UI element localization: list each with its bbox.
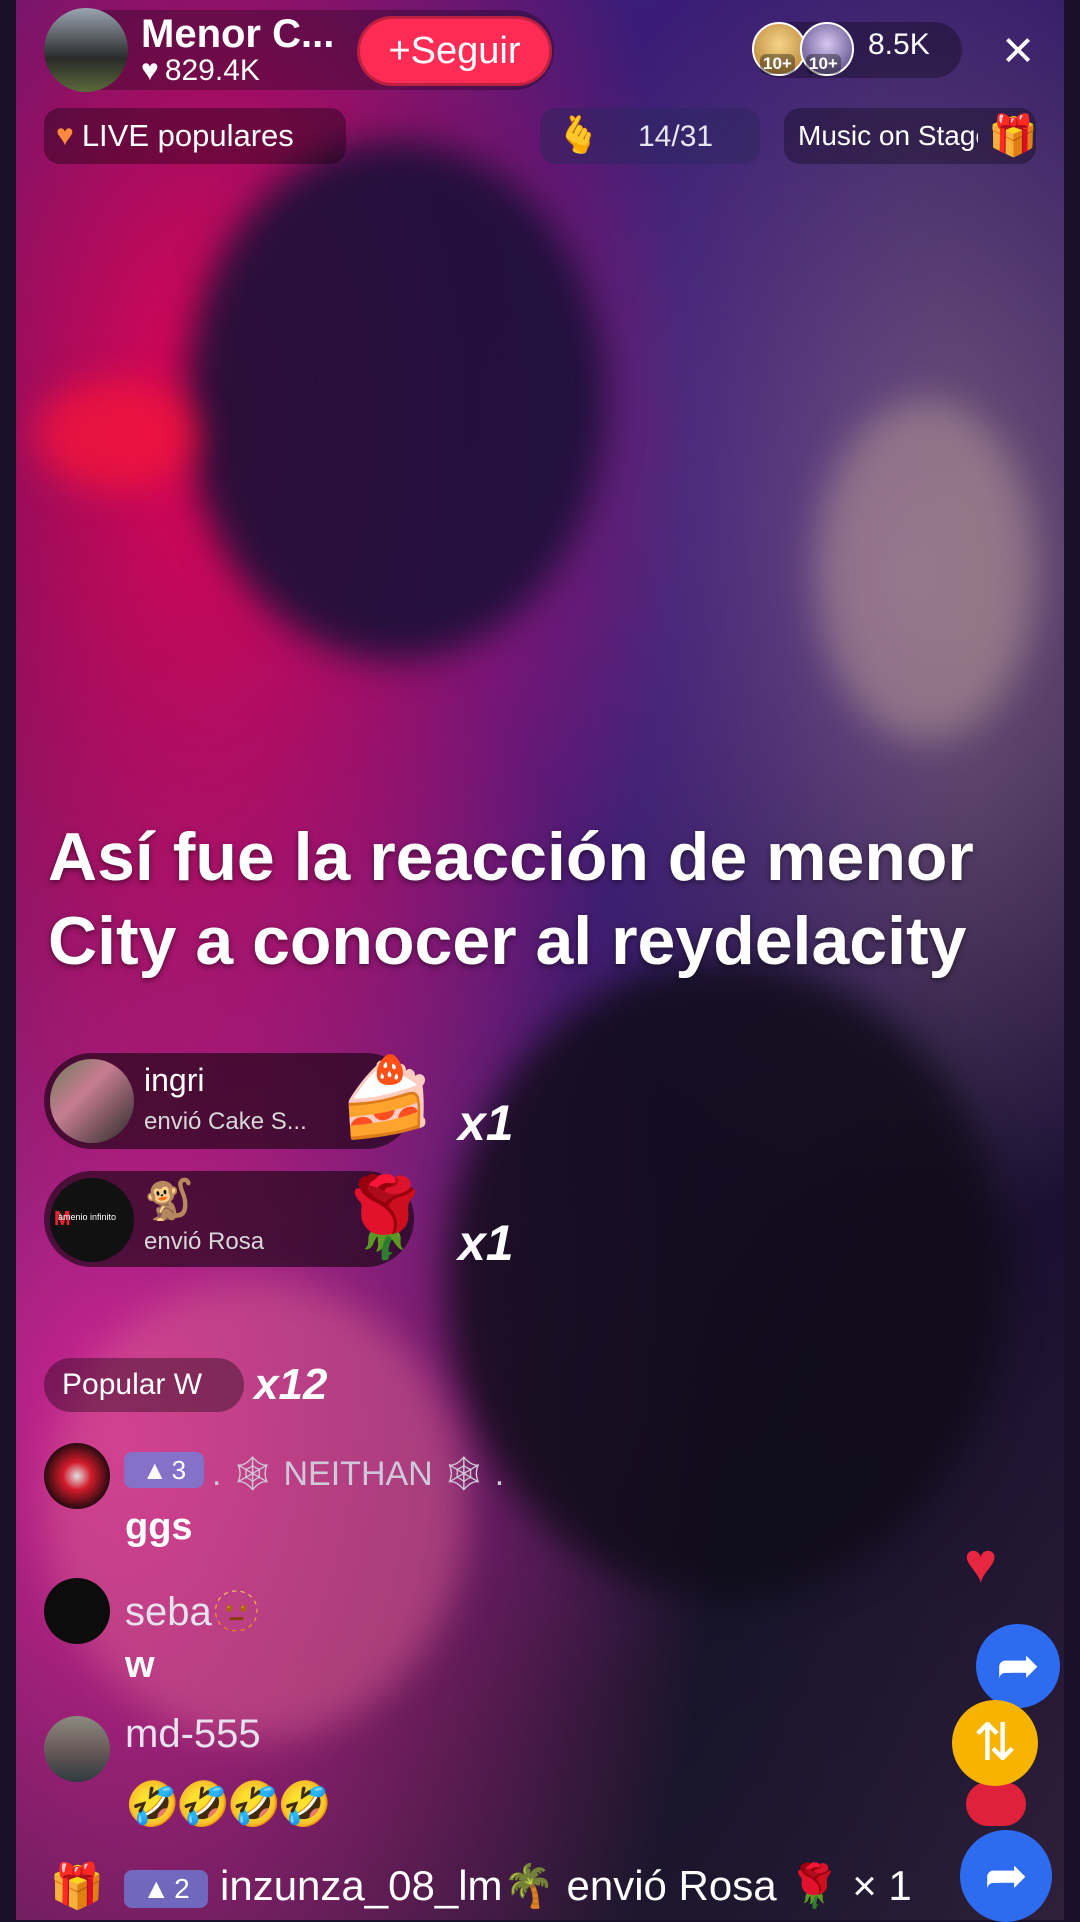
commenter-avatar[interactable] [44, 1443, 110, 1509]
live-popular-pill[interactable]: ♥ LIVE populares [44, 108, 346, 164]
host-likes: ♥ 829.4K [141, 54, 260, 88]
gift-sender-name: ingri [144, 1062, 205, 1098]
follow-label: Seguir [410, 29, 521, 72]
host-likes-count: 829.4K [164, 54, 260, 87]
comment-message: ggs [125, 1506, 193, 1548]
commenter-name[interactable]: seba🫥 [125, 1588, 262, 1635]
avatar-logo-text: ámenio infinito [58, 1212, 117, 1222]
gift-icon[interactable]: 🎁 [44, 1860, 110, 1920]
gift-ticker: inzunza_08_lm🌴 envió Rosa 🌹 × 1 [220, 1862, 912, 1909]
floating-heart-icon: ♥ [964, 1531, 998, 1594]
popular-comment-count: x12 [254, 1360, 328, 1409]
rose-icon: 🌹 [336, 1173, 434, 1261]
video-caption: Así fue la reacción de menor City a cono… [48, 819, 974, 979]
gift-count: x1 [458, 1215, 514, 1271]
gift-sender-avatar[interactable] [50, 1059, 134, 1143]
commenter-avatar[interactable] [44, 1716, 110, 1782]
gift-action: envió Rosa [144, 1228, 265, 1255]
heart-icon: ♥ [56, 119, 74, 152]
video-blur-shape [446, 960, 1006, 1600]
video-blur-shape [186, 140, 606, 660]
host-name[interactable]: Menor C... [141, 12, 334, 57]
level-icon: ▲ [142, 1873, 171, 1904]
video-blur-shape [46, 1280, 466, 1740]
follow-button[interactable]: + Seguir [357, 16, 552, 86]
live-popular-label: LIVE populares [81, 118, 294, 153]
viewer-count[interactable]: 8.5K [868, 28, 930, 62]
commenter-name[interactable]: . 🕸 NEITHAN 🕸 . [212, 1454, 504, 1494]
level-number: 3 [171, 1454, 187, 1485]
hand-heart-icon: 🫰 [556, 114, 601, 155]
repost-icon[interactable]: ⇅ [952, 1700, 1038, 1786]
gift-action: envió Cake S... [144, 1108, 307, 1135]
gift-sender-name: 🐒 [144, 1178, 194, 1222]
level-badge: ▲ 2 [124, 1870, 208, 1908]
comment-message: w [125, 1644, 155, 1686]
share-icon[interactable]: ➦ [976, 1624, 1060, 1708]
cake-icon: 🍰 [338, 1053, 436, 1141]
level-number: 2 [174, 1873, 190, 1904]
commenter-name[interactable]: md-555 [125, 1712, 261, 1757]
music-on-stage-label: Music on Stage [798, 120, 978, 151]
popular-comment-label: Popular W [62, 1368, 203, 1401]
gift-count: x1 [458, 1095, 514, 1151]
commenter-avatar[interactable] [44, 1578, 110, 1644]
level-badge: ▲ 3 [124, 1452, 204, 1488]
share-icon[interactable]: ➦ [960, 1830, 1052, 1922]
comment-message: 🤣🤣🤣🤣 [125, 1780, 332, 1829]
rank-label: 14/31 [638, 120, 714, 153]
heart-icon: ♥ [141, 54, 159, 87]
host-avatar[interactable] [44, 8, 128, 92]
viewer-badge: 10+ [806, 54, 841, 74]
plus-icon: + [388, 29, 411, 72]
music-stage-icon: 🎁 [988, 114, 1038, 158]
level-icon: ▲ [141, 1454, 168, 1485]
close-icon[interactable]: × [994, 20, 1042, 80]
video-blur-shape [816, 400, 1036, 740]
video-blur-shape [36, 380, 196, 490]
viewer-badge: 10+ [760, 54, 795, 74]
floating-heart-icon [966, 1782, 1026, 1826]
